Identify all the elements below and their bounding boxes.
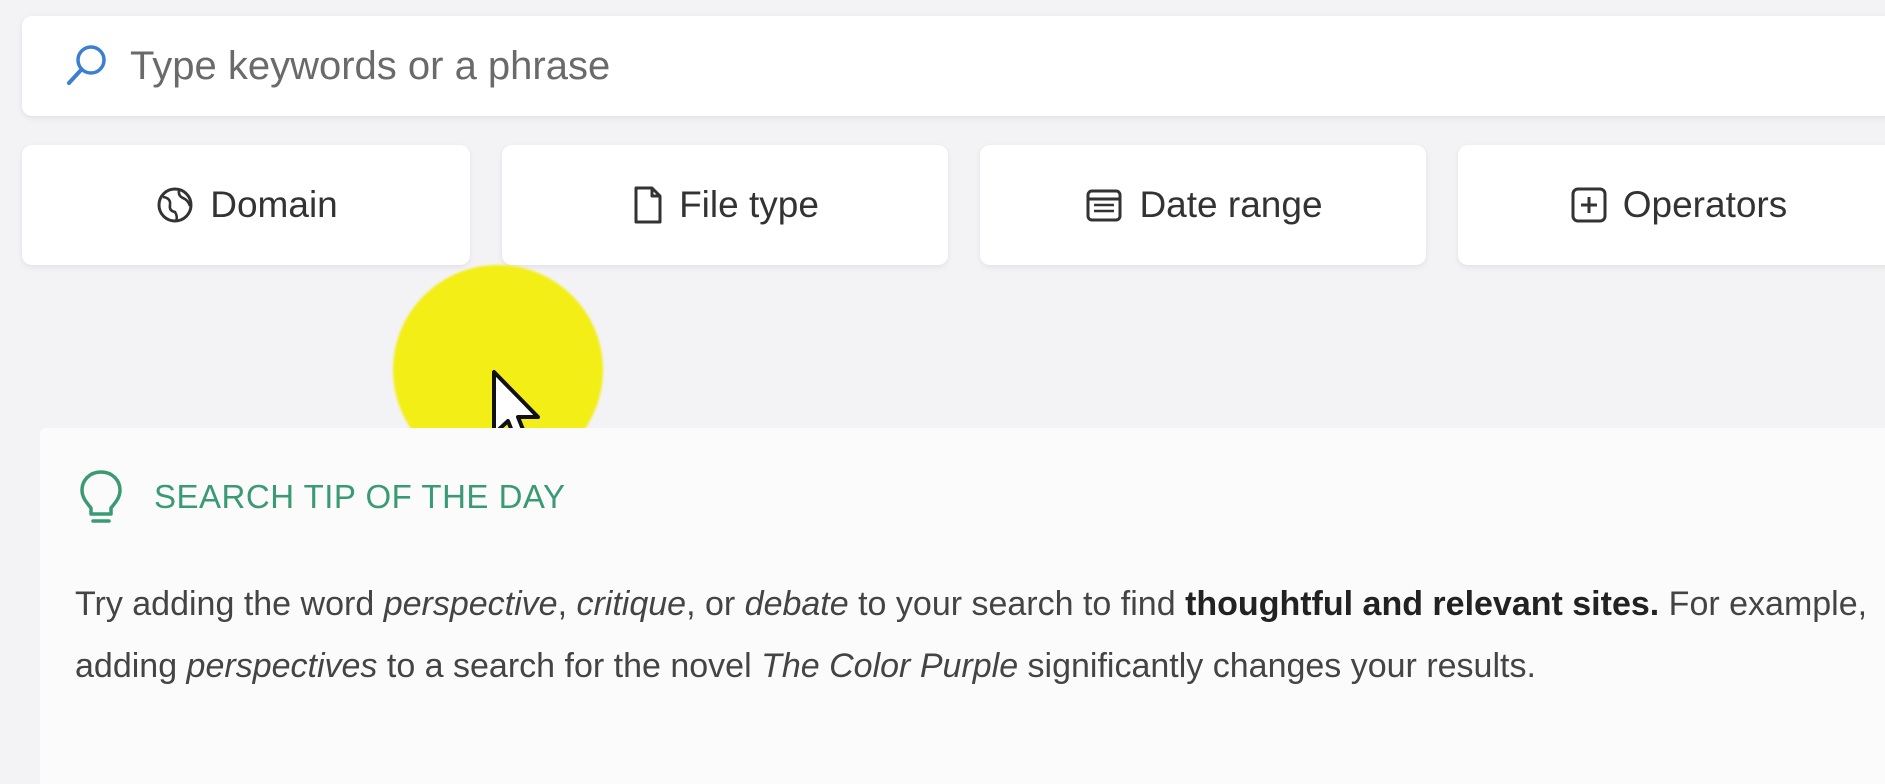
tip-keyword: debate xyxy=(744,585,849,623)
daterange-filter-label: Date range xyxy=(1139,184,1323,225)
tip-emphasis: thoughtful and relevant sites. xyxy=(1185,585,1660,623)
operators-filter-label: Operators xyxy=(1622,184,1788,225)
tip-text: significantly changes your results. xyxy=(1018,647,1536,685)
tip-header: SEARCH TIP OF THE DAY xyxy=(78,468,565,526)
tip-text: to your search to find xyxy=(848,585,1186,623)
plus-box-icon xyxy=(1571,187,1607,223)
tip-title: SEARCH TIP OF THE DAY xyxy=(154,478,566,515)
tip-keyword: perspectives xyxy=(186,647,378,685)
calendar-icon xyxy=(1086,189,1122,222)
tip-text: to a search for the novel xyxy=(377,647,762,685)
search-page: Domain File type Date range Operators xyxy=(0,0,1885,784)
search-bar[interactable] xyxy=(22,16,1885,116)
lightbulb-icon xyxy=(80,470,122,523)
search-input[interactable] xyxy=(130,36,1630,96)
filetype-filter-button[interactable]: File type xyxy=(502,145,948,265)
search-tip-card: SEARCH TIP OF THE DAY Try adding the wor… xyxy=(40,428,1885,784)
tip-keyword: critique xyxy=(576,585,687,623)
globe-icon xyxy=(157,187,193,223)
filetype-filter-label: File type xyxy=(679,184,819,225)
tip-body: Try adding the word perspective, critiqu… xyxy=(75,573,1885,697)
tip-text: Try adding the word xyxy=(75,585,384,623)
domain-filter-button[interactable]: Domain xyxy=(22,145,470,265)
search-icon xyxy=(60,40,112,92)
operators-filter-button[interactable]: Operators xyxy=(1458,145,1885,265)
daterange-filter-button[interactable]: Date range xyxy=(980,145,1426,265)
tip-book-title: The Color Purple xyxy=(761,647,1019,685)
document-icon xyxy=(634,186,662,224)
domain-filter-label: Domain xyxy=(210,184,338,225)
tip-text: , xyxy=(557,585,577,623)
tip-keyword: perspective xyxy=(383,585,558,623)
tip-text: , or xyxy=(686,585,745,623)
